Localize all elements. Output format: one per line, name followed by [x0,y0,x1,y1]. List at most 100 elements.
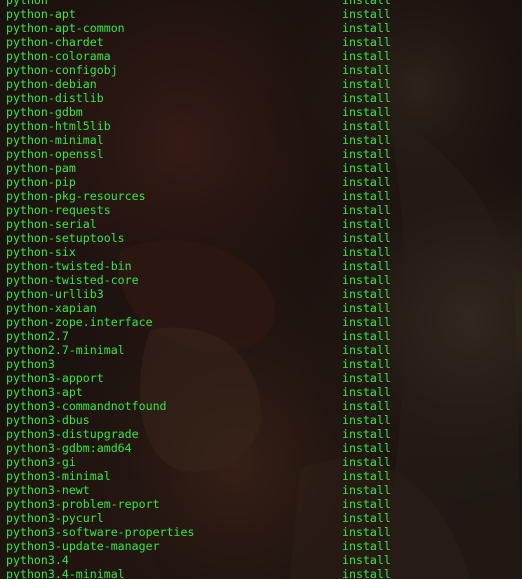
selection-state: install [342,119,391,133]
package-name: python2.7-minimal [6,343,125,357]
package-row: python install [0,0,522,7]
selection-state: install [342,301,391,315]
package-name: python-configobj [6,63,118,77]
terminal-window[interactable]: python install python-apt install python-apt… [0,0,522,579]
selection-state: install [342,245,391,259]
selection-state: install [342,343,391,357]
package-row: python-twisted-bin install [0,259,522,273]
package-row: python3-gdbm:amd64 install [0,441,522,455]
selection-state: install [342,567,391,579]
selection-state: install [342,77,391,91]
package-row: python-openssl install [0,147,522,161]
package-name: python3-gi [6,455,76,469]
selection-state: install [342,203,391,217]
package-row: python3-gi install [0,455,522,469]
package-name: python-apt [6,7,76,21]
selection-state: install [342,357,391,371]
package-name: python-urllib3 [6,287,104,301]
package-row: python-apt-common install [0,21,522,35]
selection-state: install [342,427,391,441]
package-row: python-debian install [0,77,522,91]
package-row: python-distlib install [0,91,522,105]
package-row: python3-commandnotfound install [0,399,522,413]
package-name: python3-gdbm:amd64 [6,441,132,455]
package-name: python3-apt [6,385,83,399]
package-row: python3-pycurl install [0,511,522,525]
package-name: python3-pycurl [6,511,104,525]
package-row: python3.4-minimal install [0,567,522,579]
selection-state: install [342,189,391,203]
package-name: python3-problem-report [6,497,160,511]
package-name: python3-apport [6,371,104,385]
selection-state: install [342,273,391,287]
package-name: python3-update-manager [6,539,160,553]
selection-state: install [342,329,391,343]
package-name: python [6,0,48,7]
package-name: python3-distupgrade [6,427,139,441]
package-row: python-colorama install [0,49,522,63]
package-name: python2.7 [6,329,69,343]
selection-state: install [342,161,391,175]
package-row: python-serial install [0,217,522,231]
package-row: python3-problem-report install [0,497,522,511]
package-row: python3-newt install [0,483,522,497]
package-name: python-chardet [6,35,104,49]
selection-state: install [342,539,391,553]
selection-state: install [342,441,391,455]
package-row: python-twisted-core install [0,273,522,287]
selection-state: install [342,385,391,399]
package-name: python3-commandnotfound [6,399,167,413]
package-name: python-requests [6,203,111,217]
package-name: python-html5lib [6,119,111,133]
selection-state: install [342,315,391,329]
selection-state: install [342,217,391,231]
selection-state: install [342,287,391,301]
package-name: python-serial [6,217,97,231]
package-row: python3-apt install [0,385,522,399]
package-row: python3-dbus install [0,413,522,427]
package-name: python3.4-minimal [6,567,125,579]
selection-state: install [342,511,391,525]
package-list: python install python-apt install python-apt… [0,0,522,579]
package-name: python-zope.interface [6,315,153,329]
package-row: python-html5lib install [0,119,522,133]
package-name: python-gdbm [6,105,83,119]
selection-state: install [342,0,391,7]
package-row: python-urllib3 install [0,287,522,301]
package-name: python-six [6,245,76,259]
selection-state: install [342,21,391,35]
package-row: python-six install [0,245,522,259]
package-name: python-debian [6,77,97,91]
selection-state: install [342,105,391,119]
package-name: python-pip [6,175,76,189]
package-name: python3 [6,357,55,371]
selection-state: install [342,63,391,77]
package-row: python3 install [0,357,522,371]
package-row: python-zope.interface install [0,315,522,329]
selection-state: install [342,371,391,385]
package-row: python-pkg-resources install [0,189,522,203]
package-row: python-gdbm install [0,105,522,119]
selection-state: install [342,259,391,273]
package-name: python-twisted-core [6,273,139,287]
package-row: python-minimal install [0,133,522,147]
package-name: python-xapian [6,301,97,315]
package-row: python-apt install [0,7,522,21]
package-name: python3-minimal [6,469,111,483]
package-row: python3-software-properties install [0,525,522,539]
package-name: python-twisted-bin [6,259,132,273]
selection-state: install [342,525,391,539]
package-row: python-requests install [0,203,522,217]
package-row: python3.4 install [0,553,522,567]
package-row: python3-distupgrade install [0,427,522,441]
package-name: python3-software-properties [6,525,195,539]
selection-state: install [342,399,391,413]
selection-state: install [342,175,391,189]
selection-state: install [342,231,391,245]
package-row: python-setuptools install [0,231,522,245]
selection-state: install [342,413,391,427]
selection-state: install [342,7,391,21]
package-name: python-apt-common [6,21,125,35]
package-name: python-pam [6,161,76,175]
package-name: python3-newt [6,483,90,497]
